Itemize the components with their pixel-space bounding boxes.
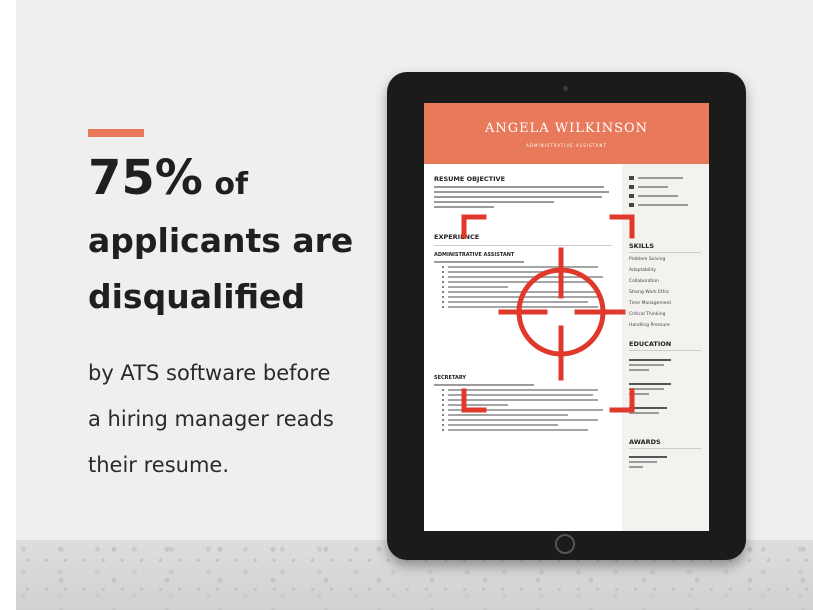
bullet xyxy=(442,429,616,431)
bullet xyxy=(442,296,616,298)
job1-title: ADMINISTRATIVE ASSISTANT xyxy=(434,252,515,258)
text-line xyxy=(434,206,494,208)
contact-row xyxy=(629,176,688,180)
headline-line3: disqualified xyxy=(88,277,306,316)
skill-item: Strong Work Ethic xyxy=(629,290,670,295)
divider xyxy=(629,350,701,351)
skill-item: Collaboration xyxy=(629,279,659,284)
contact-block xyxy=(629,176,688,207)
skill-item: Handling Pressure xyxy=(629,323,670,328)
objective-section: RESUME OBJECTIVE xyxy=(434,175,616,211)
experience-section: EXPERIENCE ADMINISTRATIVE ASSISTANT xyxy=(434,233,616,311)
location-icon xyxy=(629,194,634,198)
accent-bar xyxy=(88,129,144,137)
bullet xyxy=(442,389,616,391)
subtext-line2: a hiring manager reads xyxy=(88,407,334,431)
bullet xyxy=(442,399,616,401)
experience-title: EXPERIENCE xyxy=(434,233,480,241)
tablet-device: ANGELA WILKINSON ADMINISTRATIVE ASSISTAN… xyxy=(387,72,746,560)
skills-title: SKILLS xyxy=(629,242,655,250)
headline-percent: 75% xyxy=(88,150,203,206)
objective-title: RESUME OBJECTIVE xyxy=(434,175,506,183)
skill-item: Critical Thinking xyxy=(629,312,666,317)
headline: 75% of applicants are disqualified xyxy=(88,150,388,325)
subtext-line3: their resume. xyxy=(88,453,230,477)
subtext: by ATS software before a hiring manager … xyxy=(88,350,388,488)
resume-name: ANGELA WILKINSON xyxy=(484,121,649,136)
bullet xyxy=(442,266,616,268)
awards-entries xyxy=(629,453,667,471)
bullet xyxy=(442,414,616,416)
text-line xyxy=(434,186,604,188)
resume-sidebar: SKILLS Problem Solving Adaptability Coll… xyxy=(622,164,709,531)
tablet-screen: ANGELA WILKINSON ADMINISTRATIVE ASSISTAN… xyxy=(424,103,709,531)
subtext-line1: by ATS software before xyxy=(88,361,331,385)
email-icon xyxy=(629,176,634,180)
education-entries xyxy=(629,356,671,417)
bullet xyxy=(442,419,616,421)
text-line xyxy=(434,191,609,193)
bullet xyxy=(442,424,616,426)
divider xyxy=(629,252,701,253)
divider xyxy=(629,448,701,449)
bullet xyxy=(442,281,616,283)
skill-item: Adaptability xyxy=(629,268,657,273)
bullet xyxy=(442,291,616,293)
bullet xyxy=(442,301,616,303)
bullet xyxy=(442,394,616,396)
text-line xyxy=(434,201,554,203)
bullet xyxy=(442,404,616,406)
headline-line1: 75% of xyxy=(88,150,388,213)
linkedin-icon xyxy=(629,203,634,207)
awards-title: AWARDS xyxy=(629,438,661,446)
home-button xyxy=(555,534,575,554)
skill-item: Problem Solving xyxy=(629,257,666,262)
bullet xyxy=(442,306,616,308)
skill-item: Time Management xyxy=(629,301,672,306)
text-line xyxy=(434,261,524,263)
phone-icon xyxy=(629,185,634,189)
headline-line2: applicants are xyxy=(88,221,354,260)
job2-title: SECRETARY xyxy=(434,375,467,381)
background-scene: 75% of applicants are disqualified by AT… xyxy=(16,0,813,610)
text-line xyxy=(434,384,534,386)
text-line xyxy=(434,196,602,198)
bullet xyxy=(442,409,616,411)
headline-of: of xyxy=(214,167,249,202)
camera-icon xyxy=(563,86,568,91)
secretary-section: SECRETARY xyxy=(434,375,616,434)
contact-row xyxy=(629,194,688,198)
contact-row xyxy=(629,203,688,207)
bullet xyxy=(442,271,616,273)
resume-header: ANGELA WILKINSON ADMINISTRATIVE ASSISTAN… xyxy=(424,103,709,164)
contact-row xyxy=(629,185,688,189)
bullet xyxy=(442,286,616,288)
divider xyxy=(434,245,612,246)
bullet xyxy=(442,276,616,278)
education-title: EDUCATION xyxy=(629,340,672,348)
resume-role: ADMINISTRATIVE ASSISTANT xyxy=(526,143,607,148)
